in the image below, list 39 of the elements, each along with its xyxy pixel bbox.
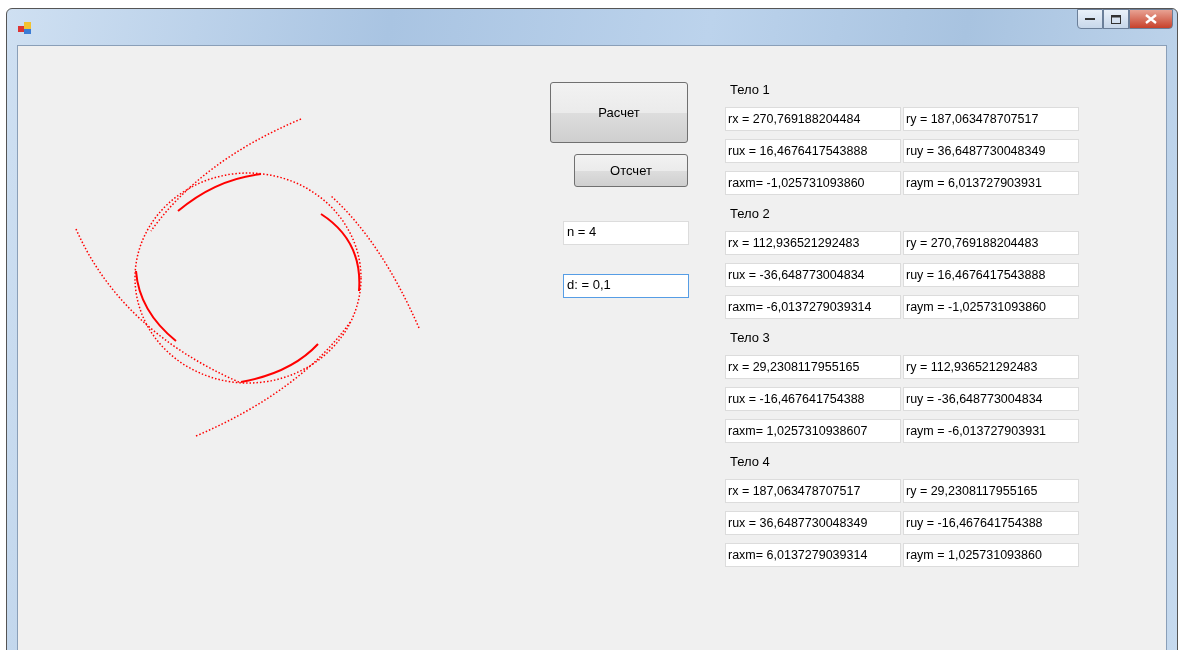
- value-field[interactable]: raxm= -1,025731093860: [725, 171, 901, 195]
- value-field[interactable]: raym = 6,013727903931: [903, 171, 1079, 195]
- value-field[interactable]: ry = 270,769188204483: [903, 231, 1079, 255]
- value-field[interactable]: ry = 29,2308117955165: [903, 479, 1079, 503]
- value-field[interactable]: ry = 112,936521292483: [903, 355, 1079, 379]
- value-field[interactable]: rx = 187,063478707517: [725, 479, 901, 503]
- value-field[interactable]: rux = -36,648773004834: [725, 263, 901, 287]
- value-field[interactable]: ruy = -16,467641754388: [903, 511, 1079, 535]
- input-field[interactable]: n = 4: [563, 221, 689, 245]
- body-title: Тело 2: [730, 206, 771, 221]
- value-field[interactable]: raxm= 6,0137279039314: [725, 543, 901, 567]
- value-field[interactable]: rux = 36,6487730048349: [725, 511, 901, 535]
- value-field[interactable]: raxm= 1,0257310938607: [725, 419, 901, 443]
- value-field[interactable]: rux = 16,4676417543888: [725, 139, 901, 163]
- value-field[interactable]: raym = -6,013727903931: [903, 419, 1079, 443]
- minimize-button[interactable]: [1077, 9, 1103, 29]
- value-field[interactable]: rx = 29,2308117955165: [725, 355, 901, 379]
- maximize-icon: [1111, 14, 1121, 24]
- body-title: Тело 3: [730, 330, 771, 345]
- value-field[interactable]: ruy = 36,6487730048349: [903, 139, 1079, 163]
- value-field[interactable]: raym = -1,025731093860: [903, 295, 1079, 319]
- close-icon: [1145, 14, 1157, 24]
- input-field[interactable]: d: = 0,1: [563, 274, 689, 298]
- value-field[interactable]: raym = 1,025731093860: [903, 543, 1079, 567]
- value-field[interactable]: ruy = 16,4676417543888: [903, 263, 1079, 287]
- value-field[interactable]: rx = 270,769188204484: [725, 107, 901, 131]
- minimize-icon: [1085, 17, 1095, 21]
- report-button[interactable]: Отсчет: [574, 154, 688, 187]
- value-field[interactable]: rx = 112,936521292483: [725, 231, 901, 255]
- value-field[interactable]: raxm= -6,0137279039314: [725, 295, 901, 319]
- app-icon: [17, 20, 33, 36]
- value-field[interactable]: ruy = -36,648773004834: [903, 387, 1079, 411]
- calculate-button[interactable]: Расчет: [550, 82, 688, 143]
- value-field[interactable]: ry = 187,063478707517: [903, 107, 1079, 131]
- body-title: Тело 1: [730, 82, 771, 97]
- maximize-button[interactable]: [1103, 9, 1129, 29]
- close-button[interactable]: [1129, 9, 1173, 29]
- body-title: Тело 4: [730, 454, 771, 469]
- value-field[interactable]: rux = -16,467641754388: [725, 387, 901, 411]
